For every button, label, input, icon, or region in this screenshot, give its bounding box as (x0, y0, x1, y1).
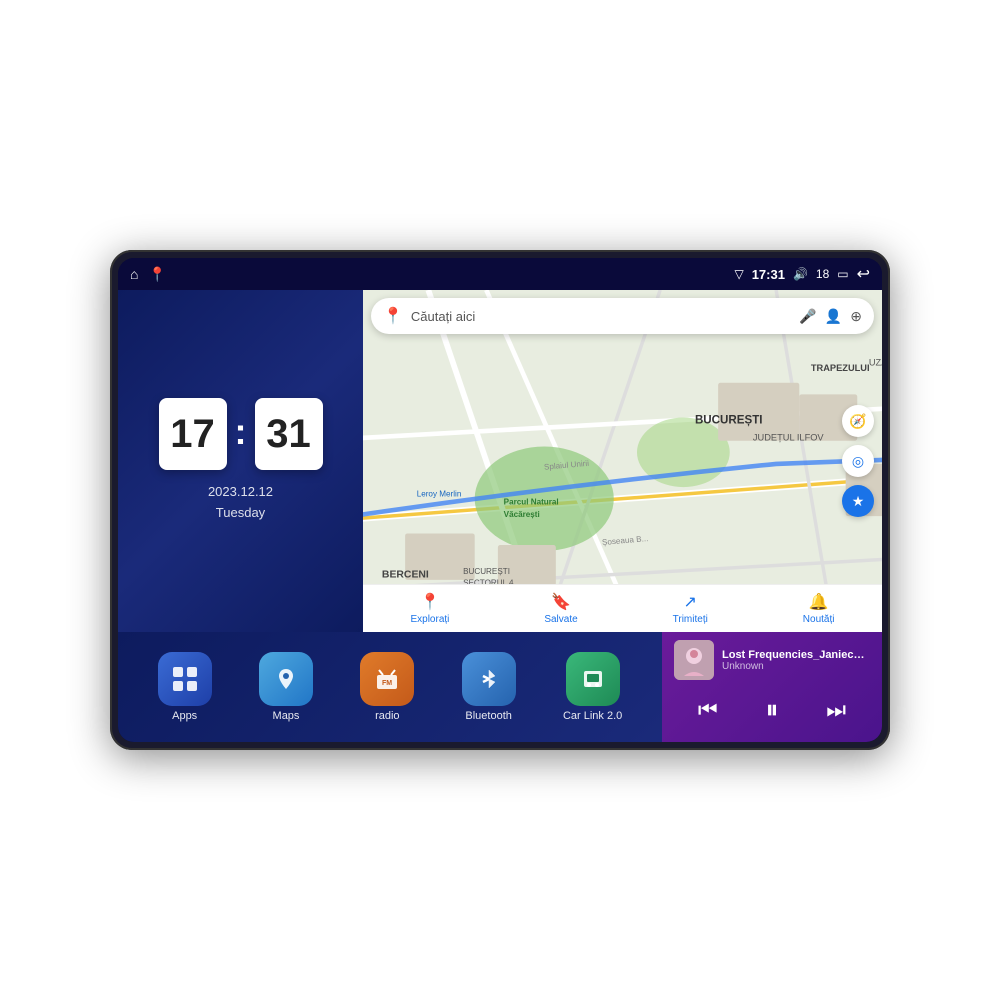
explore-label: Explorați (410, 614, 449, 625)
maps-icon (259, 652, 313, 706)
bluetooth-icon (462, 652, 516, 706)
apps-icon (158, 652, 212, 706)
map-location-btn[interactable]: ◎ (842, 445, 874, 477)
status-left-icons: ⌂ 📍 (130, 266, 166, 283)
map-area[interactable]: BUCUREȘTI JUDEȚUL ILFOV TRAPEZULUI BERCE… (363, 290, 882, 632)
carlink-icon (566, 652, 620, 706)
svg-text:Leroy Merlin: Leroy Merlin (417, 489, 462, 498)
radio-label: radio (375, 710, 399, 722)
clock-widget: 17 : 31 2023.12.12 Tuesday (118, 290, 363, 632)
clock-hour: 17 (159, 398, 227, 470)
back-icon[interactable]: ↩ (857, 264, 870, 284)
battery-icon: ▭ (837, 267, 848, 281)
map-nav-explore[interactable]: 📍 Explorați (410, 592, 449, 625)
music-controls: ⏮ ⏸ ⏭ (674, 686, 870, 734)
music-artist: Unknown (722, 661, 870, 672)
app-item-maps[interactable]: Maps (259, 652, 313, 722)
music-thumbnail (674, 640, 714, 680)
map-layers-icon[interactable]: ⊕ (850, 308, 862, 325)
svg-text:TRAPEZULUI: TRAPEZULUI (811, 363, 870, 373)
svg-text:BUCUREȘTI: BUCUREȘTI (463, 567, 510, 576)
music-text: Lost Frequencies_Janieck Devy-... Unknow… (722, 649, 870, 672)
app-item-apps[interactable]: Apps (158, 652, 212, 722)
saved-icon: 🔖 (551, 592, 571, 612)
app-item-radio[interactable]: FM radio (360, 652, 414, 722)
map-compass-btn[interactable]: 🧭 (842, 405, 874, 437)
map-avatar-icon[interactable]: 👤 (825, 308, 842, 325)
svg-text:FM: FM (382, 680, 392, 687)
svg-text:BERCENI: BERCENI (382, 570, 429, 581)
volume-level: 18 (816, 267, 829, 281)
music-title: Lost Frequencies_Janieck Devy-... (722, 649, 870, 661)
music-player: Lost Frequencies_Janieck Devy-... Unknow… (662, 632, 882, 742)
radio-icon: FM (360, 652, 414, 706)
bluetooth-label: Bluetooth (465, 710, 511, 722)
status-bar: ⌂ 📍 ▽ 17:31 🔊 18 ▭ ↩ (118, 258, 882, 290)
signal-icon: ▽ (734, 267, 743, 281)
svg-text:Parcul Natural: Parcul Natural (504, 497, 559, 506)
apps-dock: Apps Maps (118, 632, 662, 742)
main-content: 17 : 31 2023.12.12 Tuesday (118, 290, 882, 742)
saved-label: Salvate (544, 614, 577, 625)
map-search-bar[interactable]: 📍 Căutați aici 🎤 👤 ⊕ (371, 298, 874, 334)
clock-flip: 17 : 31 (159, 398, 323, 470)
map-nav-saved[interactable]: 🔖 Salvate (544, 592, 577, 625)
carlink-label: Car Link 2.0 (563, 710, 622, 722)
svg-text:BUCUREȘTI: BUCUREȘTI (695, 414, 763, 426)
news-label: Noutăți (803, 614, 835, 625)
app-item-carlink[interactable]: Car Link 2.0 (563, 652, 622, 722)
map-search-text[interactable]: Căutați aici (411, 309, 791, 324)
device-screen: ⌂ 📍 ▽ 17:31 🔊 18 ▭ ↩ 17 : (118, 258, 882, 742)
music-prev-btn[interactable]: ⏮ (694, 693, 722, 727)
map-pin-icon: 📍 (383, 306, 403, 326)
map-voice-icon[interactable]: 🎤 (799, 308, 816, 325)
clock-date: 2023.12.12 Tuesday (208, 482, 273, 524)
status-time: 17:31 (752, 267, 785, 282)
apps-label: Apps (172, 710, 197, 722)
clock-minute: 31 (255, 398, 323, 470)
music-play-btn[interactable]: ⏸ (761, 690, 782, 730)
maps-label: Maps (273, 710, 300, 722)
map-bottom-nav: 📍 Explorați 🔖 Salvate ↗ Trimiteți 🔔 (363, 584, 882, 632)
device-frame: ⌂ 📍 ▽ 17:31 🔊 18 ▭ ↩ 17 : (110, 250, 890, 750)
app-item-bluetooth[interactable]: Bluetooth (462, 652, 516, 722)
clock-colon: : (235, 411, 247, 453)
map-svg: BUCUREȘTI JUDEȚUL ILFOV TRAPEZULUI BERCE… (363, 290, 882, 632)
map-navigate-btn[interactable]: ★ (842, 485, 874, 517)
bottom-section: Apps Maps (118, 632, 882, 742)
music-info: Lost Frequencies_Janieck Devy-... Unknow… (674, 640, 870, 680)
top-section: 17 : 31 2023.12.12 Tuesday (118, 290, 882, 632)
explore-icon: 📍 (420, 592, 440, 612)
svg-text:UZANA: UZANA (869, 357, 882, 367)
svg-text:Văcărești: Văcărești (504, 510, 540, 519)
status-right-info: ▽ 17:31 🔊 18 ▭ ↩ (734, 264, 870, 284)
map-nav-share[interactable]: ↗ Trimiteți (673, 592, 708, 625)
map-nav-news[interactable]: 🔔 Noutăți (803, 592, 835, 625)
music-next-btn[interactable]: ⏭ (822, 693, 850, 727)
home-icon[interactable]: ⌂ (130, 266, 138, 282)
svg-text:JUDEȚUL ILFOV: JUDEȚUL ILFOV (753, 433, 825, 443)
news-icon: 🔔 (809, 592, 829, 612)
volume-icon: 🔊 (793, 267, 808, 281)
share-icon: ↗ (684, 592, 697, 612)
map-controls-right: 🧭 ◎ ★ (842, 405, 874, 517)
maps-status-icon[interactable]: 📍 (148, 266, 165, 283)
share-label: Trimiteți (673, 614, 708, 625)
